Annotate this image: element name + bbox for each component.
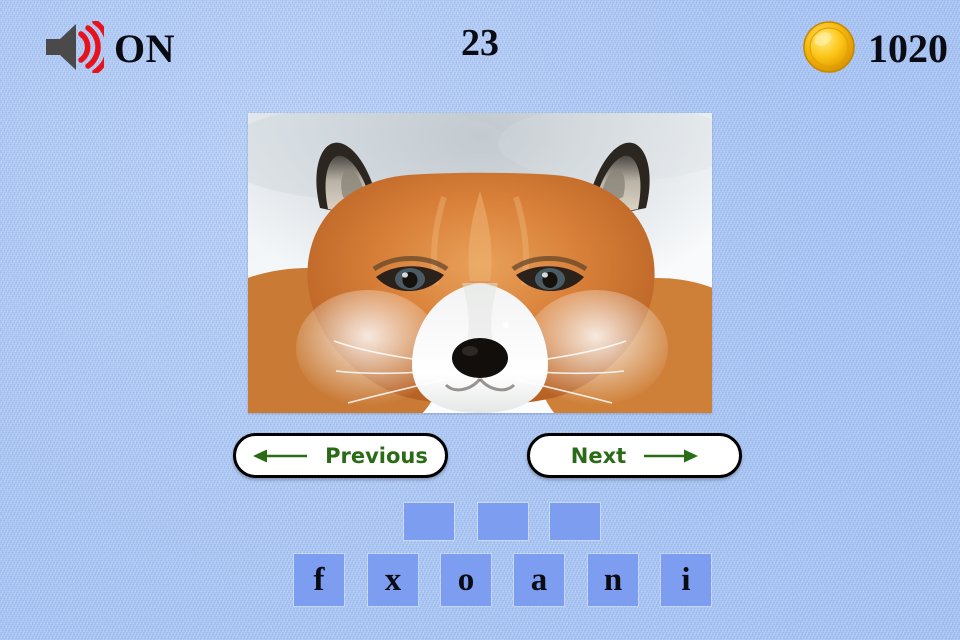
arrow-left-icon (253, 447, 309, 465)
letter-tile-label: x (384, 562, 402, 598)
letter-bank-row: f x o a n i (0, 554, 960, 608)
next-button[interactable]: Next (527, 433, 742, 478)
answer-slot[interactable] (404, 503, 454, 540)
arrow-right-icon (642, 447, 699, 465)
letter-tile[interactable]: a (514, 554, 564, 606)
letter-tile-label: f (313, 562, 325, 598)
letter-tile[interactable]: f (294, 554, 344, 606)
letter-tile-label: n (603, 562, 623, 598)
gold-coin-icon (802, 20, 856, 79)
letter-tile-label: o (457, 562, 475, 598)
header-bar: ON 23 1020 (0, 0, 960, 96)
score-display: 1020 (802, 18, 948, 80)
letter-tile[interactable]: n (588, 554, 638, 606)
next-button-label: Next (570, 443, 627, 468)
letter-tile[interactable]: x (368, 554, 418, 606)
game-screen: ON 23 1020 Previous Next f x o a n i (0, 0, 960, 640)
letter-tile-label: i (681, 562, 691, 598)
answer-slot[interactable] (550, 503, 600, 540)
previous-button[interactable]: Previous (233, 433, 448, 478)
letter-tile[interactable]: o (441, 554, 491, 606)
fox-photo (248, 113, 712, 413)
previous-button-label: Previous (325, 443, 428, 468)
letter-tile-label: a (530, 562, 548, 598)
score-value: 1020 (868, 26, 948, 71)
letter-tile[interactable]: i (661, 554, 711, 606)
answer-slot[interactable] (478, 503, 528, 540)
answer-slot-row (0, 503, 960, 543)
